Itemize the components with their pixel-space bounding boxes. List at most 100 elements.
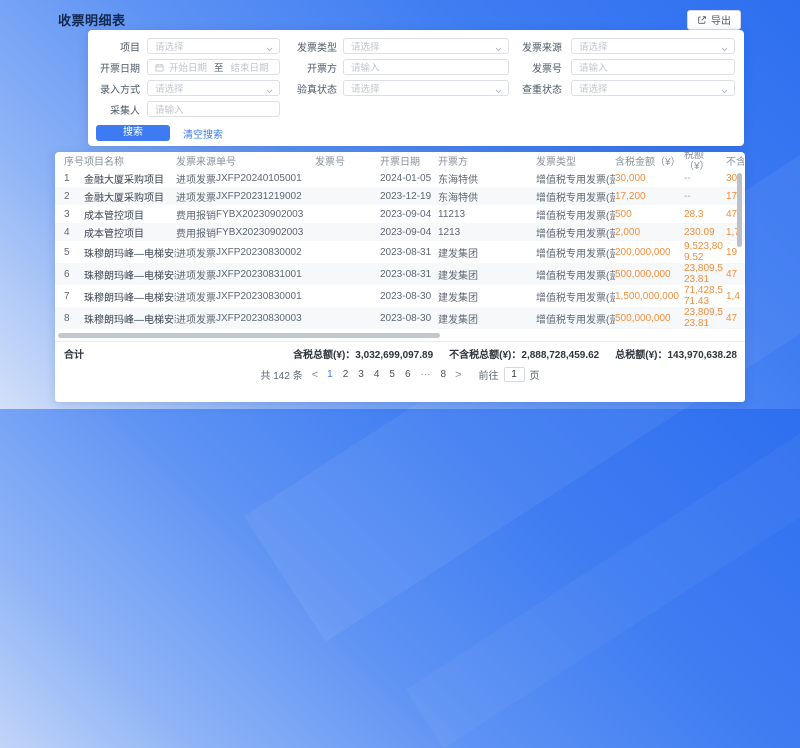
table-cell: JXFP20230831001 <box>216 269 315 280</box>
table-row: 6珠穆朗玛峰—电梯安装进项发票JXFP202308310012023-08-31… <box>55 263 745 285</box>
table-cell: 进项发票 <box>176 289 216 304</box>
vertical-scrollbar-thumb[interactable] <box>737 173 742 247</box>
table-cell: 增值税专用发票(蓝) <box>536 311 615 326</box>
clear-search-link[interactable]: 清空搜索 <box>183 126 223 141</box>
table-row: 5珠穆朗玛峰—电梯安装进项发票JXFP202308300022023-08-31… <box>55 241 745 263</box>
search-button[interactable]: 搜索 <box>96 125 170 141</box>
chevron-down-icon <box>266 86 273 96</box>
table-cell: 7 <box>64 291 84 302</box>
page-number[interactable]: 3 <box>358 369 364 380</box>
project-select[interactable]: 请选择 <box>147 38 280 54</box>
goto-unit: 页 <box>530 367 540 382</box>
invoice-no-label: 发票号 <box>515 60 562 75</box>
header-cell: 开票日期 <box>380 153 438 168</box>
goto-page-input[interactable] <box>504 367 525 382</box>
table-cell: JXFP20230830001 <box>216 291 315 302</box>
invoice-date-range-input[interactable]: 开始日期 至 结束日期 <box>147 59 280 75</box>
page-number[interactable]: 8 <box>441 369 447 380</box>
table-cell: 成本管控项目 <box>84 225 176 240</box>
table-cell: 珠穆朗玛峰—电梯安装 <box>84 311 176 326</box>
table-cell: 500 <box>615 209 684 220</box>
chevron-down-icon <box>721 44 728 54</box>
table-cell: 30,000 <box>615 173 684 184</box>
issuer-label: 开票方 <box>290 60 337 75</box>
export-icon <box>697 15 707 25</box>
invoice-source-select[interactable]: 请选择 <box>571 38 735 54</box>
table-cell: 19 <box>726 247 744 258</box>
table-cell: 230.09 <box>684 227 726 238</box>
dup-status-select[interactable]: 请选择 <box>571 80 735 96</box>
export-button[interactable]: 导出 <box>687 10 741 30</box>
page-ellipsis: ··· <box>421 369 431 380</box>
table-row: 8珠穆朗玛峰—电梯安装进项发票JXFP202308300032023-08-30… <box>55 307 745 329</box>
table-cell: JXFP20231219002 <box>216 191 315 202</box>
header-cell: 不含税金额（¥） <box>726 153 744 168</box>
table-cell: 增值税专用发票(蓝) <box>536 189 615 204</box>
page-number[interactable]: 4 <box>374 369 380 380</box>
table-cell: 金融大厦采购项目 <box>84 171 176 186</box>
collector-input[interactable]: 请输入 <box>147 101 280 117</box>
table-body: 1金融大厦采购项目进项发票JXFP202401050012024-01-05东海… <box>55 169 745 329</box>
invoice-table: 序号项目名称发票来源单号发票号开票日期开票方发票类型含税金额（¥）税额（¥）不含… <box>55 152 745 402</box>
page-number[interactable]: 5 <box>389 369 395 380</box>
table-cell: 建发集团 <box>438 245 536 260</box>
date-separator: 至 <box>214 60 224 74</box>
header-cell: 发票号 <box>315 153 380 168</box>
table-cell: 4 <box>64 227 84 238</box>
table-cell: -- <box>684 191 726 202</box>
summary-row: 合计 含税总额(¥)：3,032,699,097.89 不含税总额(¥)：2,8… <box>55 341 745 364</box>
verify-status-label: 验真状态 <box>290 81 337 96</box>
prev-page-button[interactable]: < <box>310 369 320 381</box>
table-cell: 费用报销 <box>176 207 216 222</box>
table-cell: 1 <box>64 173 84 184</box>
table-cell: 金融大厦采购项目 <box>84 189 176 204</box>
table-cell: 建发集团 <box>438 311 536 326</box>
total-label: 合计 <box>64 346 84 361</box>
horizontal-scrollbar-thumb[interactable] <box>58 333 440 338</box>
table-cell: 东海特供 <box>438 171 536 186</box>
header-cell: 项目名称 <box>84 153 176 168</box>
invoice-date-label: 开票日期 <box>88 60 140 75</box>
chevron-down-icon <box>721 86 728 96</box>
invoice-type-label: 发票类型 <box>290 39 337 54</box>
table-header-row: 序号项目名称发票来源单号发票号开票日期开票方发票类型含税金额（¥）税额（¥）不含… <box>55 152 745 169</box>
table-row: 4成本管控项目费用报销FYBX202309020032023-09-041213… <box>55 223 745 241</box>
entry-method-label: 录入方式 <box>88 81 140 96</box>
table-cell: 进项发票 <box>176 189 216 204</box>
pagination-total: 共 142 条 <box>260 367 302 382</box>
page-number[interactable]: 6 <box>405 369 411 380</box>
summary-totals: 含税总额(¥)：3,032,699,097.89 不含税总额(¥)：2,888,… <box>293 346 737 361</box>
page-number[interactable]: 1 <box>327 369 333 380</box>
goto-page: 前往 页 <box>479 367 540 382</box>
table-cell: JXFP20240105001 <box>216 173 315 184</box>
table-cell: 2024-01-05 <box>380 173 438 184</box>
table-cell: FYBX20230902003 <box>216 209 315 220</box>
header-cell: 发票类型 <box>536 153 615 168</box>
invoice-source-label: 发票来源 <box>515 39 562 54</box>
header-cell: 含税金额（¥） <box>615 153 684 168</box>
next-page-button[interactable]: > <box>453 369 463 381</box>
header-cell: 开票方 <box>438 153 536 168</box>
table-cell: 47 <box>726 313 744 324</box>
table-row: 3成本管控项目费用报销FYBX202309020032023-09-041121… <box>55 205 745 223</box>
table-cell: 47 <box>726 269 744 280</box>
table-cell: 增值税专用发票(蓝) <box>536 289 615 304</box>
page-number[interactable]: 2 <box>343 369 349 380</box>
header-cell: 税额（¥） <box>684 152 726 172</box>
header-cell: 发票来源 <box>176 153 216 168</box>
pagination: 共 142 条 < 123456 ··· 8 > 前往 页 <box>55 364 745 385</box>
table-cell: 2023-08-31 <box>380 247 438 258</box>
invoice-type-select[interactable]: 请选择 <box>343 38 509 54</box>
header-cell: 序号 <box>64 153 84 168</box>
table-cell: 费用报销 <box>176 225 216 240</box>
table-cell: -- <box>684 173 726 184</box>
table-cell: 2023-09-04 <box>380 209 438 220</box>
table-cell: 5 <box>64 247 84 258</box>
entry-method-select[interactable]: 请选择 <box>147 80 280 96</box>
invoice-no-input[interactable]: 请输入 <box>571 59 735 75</box>
chevron-down-icon <box>495 44 502 54</box>
verify-status-select[interactable]: 请选择 <box>343 80 509 96</box>
dup-status-label: 查重状态 <box>515 81 562 96</box>
issuer-input[interactable]: 请输入 <box>343 59 509 75</box>
table-cell: 2023-12-19 <box>380 191 438 202</box>
